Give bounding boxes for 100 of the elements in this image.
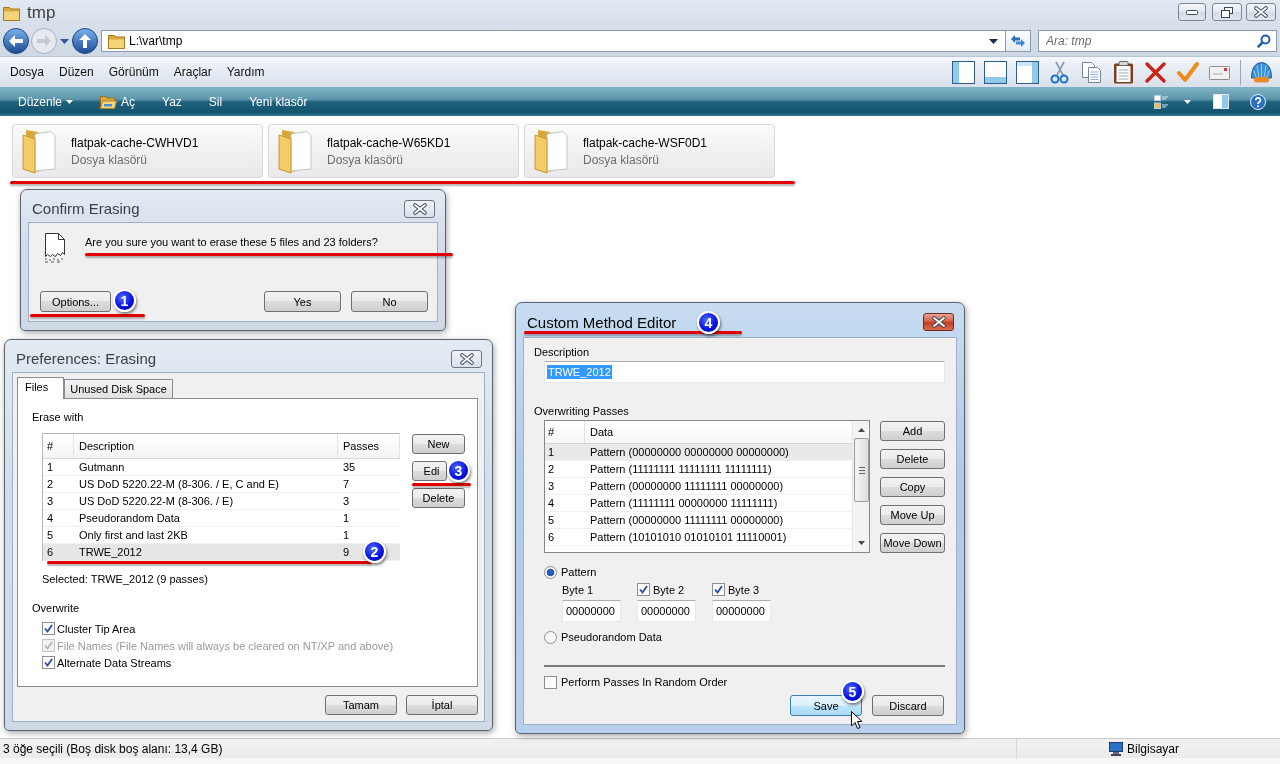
dialog-button[interactable]: New (412, 434, 465, 454)
dialog-button[interactable]: Delete (880, 449, 945, 469)
column-header[interactable]: Description (74, 434, 338, 458)
table-row[interactable]: 2 US DoD 5220.22-M (8-306. / E, C and E) 7 (43, 476, 400, 493)
dialog-button[interactable]: Tamam (325, 695, 397, 715)
dialog-button[interactable]: No (351, 291, 428, 312)
dialog-button[interactable]: Discard (872, 695, 944, 716)
checkbox[interactable] (712, 583, 725, 596)
cross-icon[interactable] (1144, 60, 1167, 84)
copy-icon[interactable] (1080, 60, 1103, 84)
checkbox[interactable] (42, 622, 55, 635)
table-cell-text: 6 (547, 530, 555, 545)
table-cell-text: 4 (547, 496, 555, 511)
left-pane-icon[interactable] (952, 60, 975, 84)
tab[interactable]: Files (17, 377, 65, 399)
checkbox[interactable] (42, 656, 55, 669)
radio-button[interactable] (544, 630, 557, 644)
column-header[interactable]: # (43, 434, 74, 458)
scrollbar[interactable] (852, 421, 869, 552)
table-cell-text: 5 (46, 528, 54, 543)
menu-item[interactable]: Araçlar (167, 62, 218, 82)
scroll-down-icon[interactable] (857, 541, 865, 545)
byte-field[interactable]: 00000000 (637, 600, 696, 622)
command-button[interactable]: Aç (94, 91, 142, 112)
table-row[interactable]: 1 Gutmann 35 (43, 459, 400, 476)
table-cell-text: Pseudorandom Data (78, 511, 180, 526)
radio-button[interactable] (544, 565, 557, 579)
scrollbar-thumb[interactable] (853, 438, 869, 502)
table-row[interactable]: 3 US DoD 5220.22-M (8-306. / E) 3 (43, 493, 400, 510)
menu-item[interactable]: Düzen (53, 62, 100, 82)
close-button[interactable] (923, 313, 954, 331)
column-header[interactable]: # (545, 421, 585, 443)
status-text: 3 öğe seçili (Boş disk boş alanı: 13,4 GB) (3, 742, 223, 756)
command-button[interactable]: Düzenle (12, 91, 80, 112)
check-icon[interactable] (1176, 60, 1199, 84)
callout-badge: 1 (113, 289, 136, 312)
minimize-icon (1186, 9, 1198, 15)
dialog-button[interactable]: Move Up (880, 505, 945, 525)
table-row[interactable]: 6 Pattern (10101010 01010101 11110001) (545, 529, 852, 546)
dialog-button[interactable]: Edi (412, 461, 447, 481)
caret-icon[interactable] (1184, 99, 1191, 104)
table-row[interactable]: 2 Pattern (11111111 11111111 11111111) (545, 461, 852, 478)
minimize-button[interactable] (1178, 3, 1206, 21)
dialog-button[interactable]: Add (880, 421, 945, 441)
table-row[interactable]: 1 Pattern (00000000 00000000 00000000) (545, 444, 852, 461)
right-pane-icon[interactable] (1016, 60, 1039, 84)
command-button[interactable]: Yeni klasör (243, 91, 314, 112)
folder-tile[interactable]: flatpak-cache-WSF0D1 Dosya klasörü (524, 124, 775, 178)
menu-item[interactable]: Dosya (4, 62, 50, 82)
bottom-pane-icon[interactable] (984, 60, 1007, 84)
dialog-title: Confirm Erasing (32, 200, 140, 217)
scroll-up-icon[interactable] (857, 428, 865, 432)
command-button[interactable]: Yaz (156, 91, 188, 112)
table-cell-text: 3 (342, 494, 350, 509)
help-icon[interactable] (1250, 93, 1266, 110)
checkbox[interactable] (544, 675, 557, 689)
view-icon[interactable] (1154, 94, 1168, 109)
restore-button[interactable] (1212, 3, 1242, 21)
menu-item[interactable]: Görünüm (102, 62, 165, 82)
command-button[interactable]: Sil (202, 91, 229, 112)
close-button[interactable] (404, 200, 435, 218)
tab[interactable]: Unused Disk Space (64, 379, 173, 398)
shell-icon[interactable] (1250, 60, 1273, 84)
checkbox-label: Perform Passes In Random Order (561, 676, 728, 688)
search-field[interactable]: Ara: tmp (1038, 30, 1277, 52)
caret-icon (66, 99, 74, 104)
table-row[interactable]: 4 Pseudorandom Data 1 (43, 510, 400, 527)
column-header[interactable]: Data (585, 421, 852, 443)
dialog-title: Custom Method Editor (527, 314, 677, 331)
table-cell-text: 2 (547, 462, 555, 477)
dropdown-arrow-icon[interactable] (989, 38, 998, 44)
dialog-button[interactable]: Move Down (880, 533, 945, 553)
dialog-button[interactable]: Copy (880, 477, 945, 497)
table-row[interactable]: 4 Pattern (11111111 00000000 11111111) (545, 495, 852, 512)
table-cell-text: 1 (46, 460, 54, 475)
checkbox[interactable] (637, 583, 650, 596)
table-cell-text: 1 (547, 445, 555, 460)
dialog-button[interactable]: Options... (40, 291, 111, 312)
search-icon[interactable] (1257, 34, 1271, 48)
table-row[interactable]: 3 Pattern (00000000 11111111 00000000) (545, 478, 852, 495)
menu-item[interactable]: Yardım (220, 62, 271, 82)
refresh-icon (1010, 34, 1026, 48)
close-icon (931, 316, 946, 328)
table-row[interactable]: 5 Pattern (00000000 11111111 00000000) (545, 512, 852, 529)
dialog-button[interactable]: Delete (412, 488, 465, 508)
byte-field[interactable]: 00000000 (712, 600, 771, 622)
table-row[interactable]: 6 TRWE_2012 9 2 (43, 544, 400, 561)
column-header[interactable]: Passes (338, 434, 400, 458)
byte-field[interactable]: 00000000 (562, 600, 621, 622)
scissors-icon[interactable] (1048, 60, 1071, 84)
refresh-button[interactable] (1006, 30, 1031, 52)
table-cell-text: 4 (46, 511, 54, 526)
clipboard-icon[interactable] (1112, 60, 1135, 84)
address-field[interactable]: L:\var\tmp (101, 30, 1006, 52)
dialog-button[interactable]: Yes (264, 291, 341, 312)
close-button[interactable] (451, 350, 482, 368)
close-button[interactable] (1246, 3, 1276, 21)
folder-tile[interactable]: flatpak-cache-W65KD1 Dosya klasörü (268, 124, 519, 178)
dialog-button[interactable]: İptal (406, 695, 478, 715)
folder-tile[interactable]: flatpak-cache-CWHVD1 Dosya klasörü (12, 124, 263, 178)
